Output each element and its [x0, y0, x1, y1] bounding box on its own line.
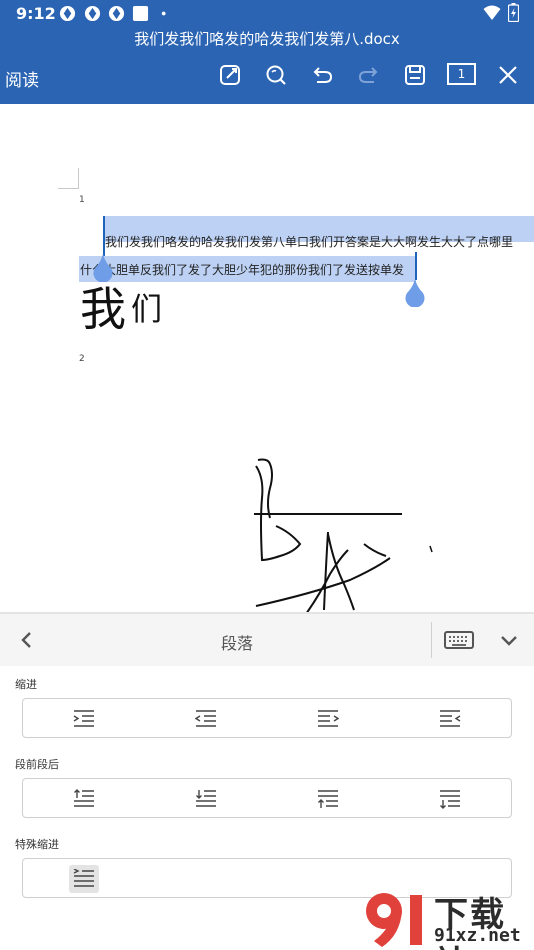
- spacing-section-label: 段前段后: [15, 758, 59, 771]
- panel-toolbar: 段落: [0, 614, 534, 666]
- aperture-icon: [59, 5, 76, 22]
- page-count-icon[interactable]: 1: [447, 63, 476, 85]
- right-indent-button[interactable]: [313, 705, 343, 733]
- document-title: 我们发我们咯发的哈发我们发第八.docx: [134, 30, 400, 48]
- redo-icon: [358, 67, 378, 83]
- paragraph-line[interactable]: 什么大胆单反我们了发了大胆少年犯的那份我们了发送按单发: [80, 261, 404, 278]
- undo-button[interactable]: [307, 60, 337, 90]
- selection-end-caret: [415, 252, 417, 280]
- space-before-decrease-button[interactable]: [313, 785, 343, 813]
- wifi-icon: [483, 5, 501, 20]
- indent-group: [22, 698, 512, 738]
- left-indent-icon: [440, 710, 461, 727]
- large-text-char[interactable]: 我: [80, 286, 126, 332]
- paragraph-line[interactable]: 我们发我们咯发的哈发我们发第八单口我们开答案是大大啊发生大大了点哪里: [105, 233, 513, 250]
- panel-title: 段落: [220, 634, 253, 653]
- edit-icon: [220, 65, 240, 85]
- decrease-indent-button[interactable]: [191, 705, 221, 733]
- page-number: 2: [79, 354, 85, 364]
- space-before-increase-button[interactable]: [69, 785, 99, 813]
- first-line-indent-button[interactable]: [69, 865, 99, 893]
- selection-start-handle[interactable]: [92, 254, 114, 282]
- page-number: 1: [79, 195, 85, 205]
- spacing-group: [22, 778, 512, 818]
- selection-end-handle[interactable]: [404, 279, 426, 307]
- selection-start-caret: [103, 216, 105, 256]
- watermark-url: 91xz.net: [434, 925, 521, 946]
- save-button[interactable]: [400, 60, 430, 90]
- indent-section-label: 缩进: [15, 678, 37, 691]
- close-button[interactable]: [493, 60, 523, 90]
- toolbar-divider: [431, 622, 432, 658]
- watermark-logo-icon: [366, 893, 422, 947]
- save-icon: [405, 65, 425, 85]
- redo-button[interactable]: [354, 60, 384, 90]
- keyboard-icon[interactable]: [442, 627, 476, 653]
- medium-text-char[interactable]: 们: [131, 284, 162, 329]
- close-icon: [499, 66, 517, 84]
- site-watermark: 下载站 91xz.net: [362, 887, 534, 950]
- app-window: 9:12 我们发我们咯发的哈发我们发第八.docx 阅读 1 1 我们发我们咯发…: [0, 0, 534, 950]
- increase-indent-icon: [73, 710, 94, 727]
- right-indent-icon: [318, 710, 339, 727]
- special-indent-section-label: 特殊缩进: [15, 838, 59, 851]
- aperture-icon: [84, 5, 101, 22]
- edit-button[interactable]: [215, 60, 245, 90]
- undo-icon: [313, 67, 333, 83]
- page-count-value: 1: [457, 67, 466, 81]
- ink-drawing[interactable]: [240, 454, 440, 612]
- app-header: 9:12 我们发我们咯发的哈发我们发第八.docx 阅读 1: [0, 0, 534, 104]
- space-after-decrease-icon: [440, 790, 460, 809]
- status-bar: 9:12: [0, 0, 534, 28]
- increase-indent-button[interactable]: [69, 705, 99, 733]
- space-after-increase-button[interactable]: [191, 785, 221, 813]
- space-after-decrease-button[interactable]: [435, 785, 465, 813]
- space-before-decrease-icon: [318, 790, 338, 808]
- chevron-down-icon[interactable]: [496, 627, 522, 653]
- document-canvas[interactable]: 1 我们发我们咯发的哈发我们发第八单口我们开答案是大大啊发生大大了点哪里 什么大…: [0, 104, 534, 612]
- search-button[interactable]: [261, 60, 291, 90]
- space-after-increase-icon: [196, 790, 216, 807]
- first-line-indent-icon: [73, 869, 94, 887]
- aperture-icon: [108, 5, 125, 22]
- search-icon: [266, 65, 286, 85]
- left-indent-button[interactable]: [435, 705, 465, 733]
- dot-icon: [161, 11, 166, 16]
- read-mode-button[interactable]: 阅读: [5, 66, 39, 91]
- page-margin-mark: [58, 168, 79, 189]
- battery-icon: [508, 3, 519, 22]
- square-icon: [132, 5, 149, 22]
- status-time: 9:12: [16, 4, 56, 23]
- space-before-increase-icon: [74, 789, 94, 807]
- decrease-indent-icon: [195, 710, 216, 727]
